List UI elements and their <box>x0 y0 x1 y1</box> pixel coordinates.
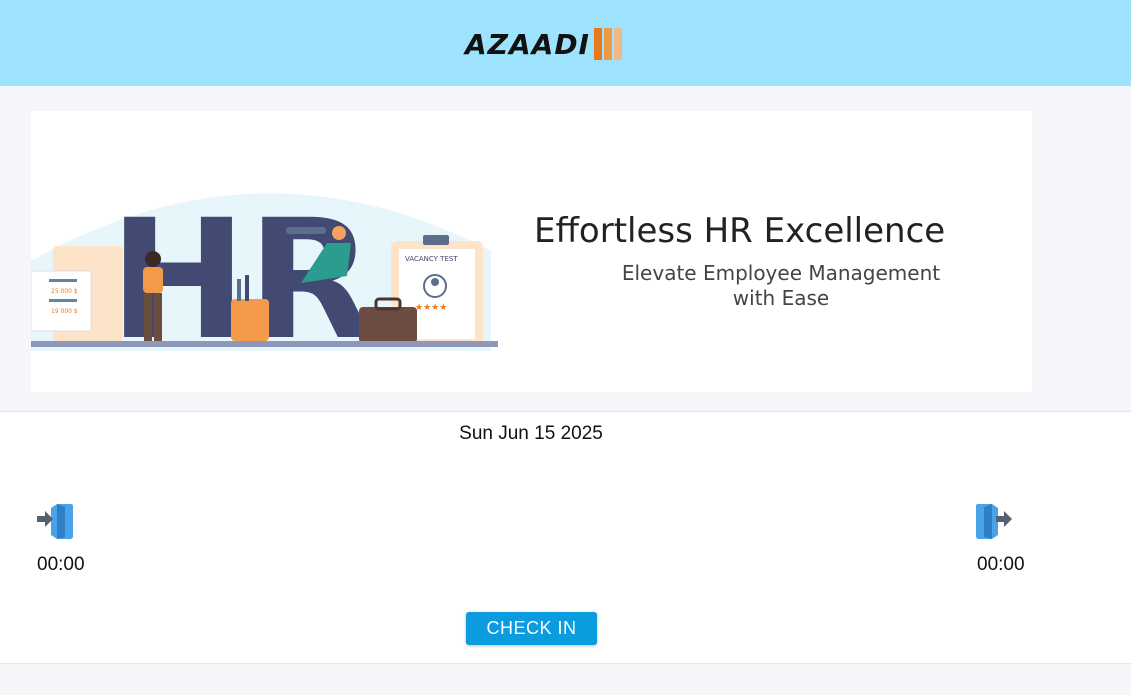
app-header: AZAADI <box>0 0 1131 86</box>
vacancy-label: VACANCY TEST <box>405 255 458 263</box>
login-door-icon <box>35 502 75 547</box>
hr-illustration: 25 000 $ 19 000 $ HR VACANCY TEST ★★★★ <box>31 184 498 376</box>
current-date: Sun Jun 15 2025 <box>459 423 603 444</box>
banner-title: Effortless HR Excellence <box>534 211 946 251</box>
figure-b-label: 19 000 $ <box>51 308 78 315</box>
azaadi-logo[interactable]: AZAADI <box>465 27 624 61</box>
check-in-time: 00:00 <box>37 554 85 575</box>
banner-subtitle-line-2: with Ease <box>732 286 830 310</box>
hr-banner: 25 000 $ 19 000 $ HR VACANCY TEST ★★★★ E… <box>31 111 1032 392</box>
check-out-time: 00:00 <box>977 554 1025 575</box>
logout-door-icon <box>974 502 1018 547</box>
banner-subtitle-line-1: Elevate Employee Management <box>621 261 941 285</box>
svg-text:★★★★: ★★★★ <box>415 303 447 313</box>
attendance-card: Sun Jun 15 2025 00:00 00:00 CHECK IN <box>0 411 1131 664</box>
check-in-button[interactable]: CHECK IN <box>466 612 597 645</box>
banner-subtitle: Elevate Employee Management with Ease <box>591 261 971 311</box>
figure-a-label: 25 000 $ <box>51 288 78 295</box>
brand-name: AZAADI <box>465 27 590 61</box>
logo-bars-icon <box>593 28 624 60</box>
